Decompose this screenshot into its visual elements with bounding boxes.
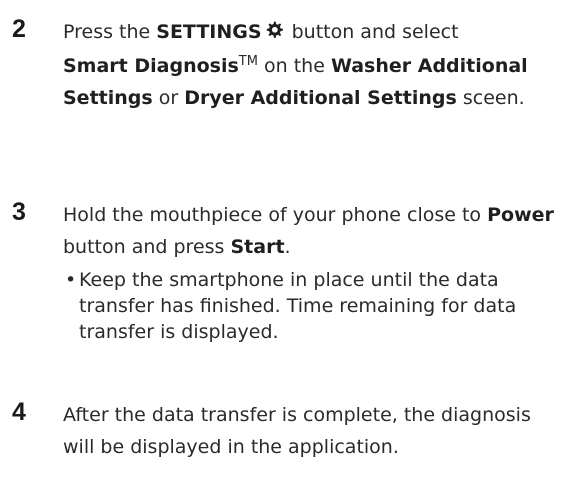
step-main-text: Hold the mouthpiece of your phone close … bbox=[63, 199, 568, 263]
step-number: 3 bbox=[12, 198, 26, 226]
trademark-mark: TM bbox=[238, 54, 258, 69]
bullet-text: Keep the smartphone in place until the d… bbox=[79, 269, 517, 343]
bullet-note: • Keep the smartphone in place until the… bbox=[63, 267, 568, 345]
text-run: Press the bbox=[63, 21, 157, 43]
text-run: Hold the mouthpiece of your phone close … bbox=[63, 204, 488, 226]
dryer-settings-label: Dryer Additional Settings bbox=[184, 87, 457, 109]
text-run: or bbox=[152, 87, 185, 109]
text-run: . bbox=[284, 236, 291, 258]
bullet-marker: • bbox=[65, 269, 77, 291]
text-run: on the bbox=[257, 55, 331, 77]
text-run: button and press bbox=[63, 236, 231, 258]
settings-label: SETTINGS bbox=[156, 21, 262, 43]
text-run: button and select bbox=[285, 21, 459, 43]
text-run: After the data transfer is complete, the… bbox=[63, 404, 531, 458]
step-number: 2 bbox=[12, 15, 26, 43]
step-number: 4 bbox=[12, 398, 26, 426]
step-instruction: Hold the mouthpiece of your phone close … bbox=[63, 199, 568, 345]
start-label: Start bbox=[230, 236, 285, 258]
step-instruction: After the data transfer is complete, the… bbox=[63, 399, 568, 463]
gear-icon bbox=[264, 18, 284, 50]
text-run: sceen. bbox=[456, 87, 525, 109]
power-label: Power bbox=[487, 204, 554, 226]
step-instruction: Press the SETTINGS button and select Smar… bbox=[63, 16, 568, 114]
smart-diagnosis-label: Smart Diagnosis bbox=[63, 55, 239, 77]
